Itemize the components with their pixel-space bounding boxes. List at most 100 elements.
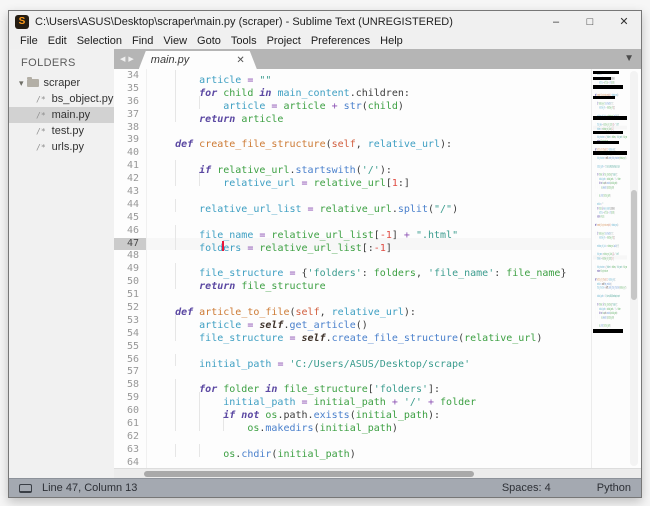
minimap-dark-bar [593, 141, 619, 144]
code-line-64[interactable] [147, 457, 591, 468]
code-line-60[interactable]: if not os.path.exists(initial_path): [147, 405, 591, 418]
close-button[interactable]: ✕ [607, 11, 641, 32]
code-token: file_name [506, 268, 560, 279]
panel-toggle-icon[interactable] [19, 484, 32, 493]
sidebar-item-test-py[interactable]: /*test.py [9, 123, 114, 139]
indent-guide [151, 83, 175, 96]
code-token: ): [617, 182, 618, 186]
vertical-scrollbar[interactable] [630, 71, 638, 466]
menu-item-view[interactable]: View [158, 34, 192, 48]
menu-item-file[interactable]: File [15, 34, 43, 48]
code-line-59[interactable]: initial_path = initial_path + '/' + fold… [147, 392, 591, 405]
code-token: ) [613, 186, 614, 190]
indent-setting-button[interactable]: Spaces: 4 [502, 482, 551, 494]
menu-item-tools[interactable]: Tools [226, 34, 262, 48]
editor-column: ◀▶ main.py ✕ ▼ 3435363738394041424344454… [114, 49, 641, 478]
sidebar-folder-scraper[interactable]: ▾ scraper [9, 75, 114, 91]
code-line-58[interactable]: for folder in file_structure['folders']: [147, 379, 591, 392]
menu-item-goto[interactable]: Goto [192, 34, 226, 48]
code-line-34[interactable]: article = "" [147, 70, 591, 83]
code-editor[interactable]: article = ""for child in main_content.ch… [146, 69, 591, 468]
indent-guide [223, 418, 247, 431]
code-token: ) [626, 286, 627, 290]
menu-item-help[interactable]: Help [375, 34, 408, 48]
code-line-63[interactable]: os.chdir(initial_path) [147, 444, 591, 457]
code-token: = [277, 358, 289, 369]
indent-guide [199, 392, 223, 405]
code-token: = [247, 242, 259, 253]
minimap[interactable]: article = ""for child in main_content.ch… [591, 69, 627, 468]
indent-guide [151, 173, 175, 186]
code-line-54[interactable]: file_structure = self.create_file_struct… [147, 328, 591, 341]
horizontal-scrollbar[interactable] [114, 468, 641, 478]
code-token: ers [223, 242, 247, 253]
code-line-36[interactable]: article = article + str(child) [147, 96, 591, 109]
indent-guide [175, 173, 199, 186]
indent-guide [151, 199, 175, 212]
code-line-35[interactable]: for child in main_content.children: [147, 83, 591, 96]
code-line-56[interactable]: initial_path = 'C:/Users/ASUS/Desktop/sc… [147, 354, 591, 367]
code-token: relative_url [599, 236, 606, 240]
code-token: ) [610, 194, 611, 198]
indent-guide [175, 263, 199, 276]
sidebar-item-bs_object-py[interactable]: /*bs_object.py [9, 91, 114, 107]
line-number: 63 [114, 444, 146, 457]
code-token: ) [350, 449, 356, 460]
code-line-39[interactable]: def create_file_structure(self, relative… [147, 134, 591, 147]
code-token: : [494, 268, 506, 279]
line-number-gutter: 3435363738394041424344454647484950515253… [114, 69, 146, 468]
code-line-42[interactable]: relative_url = relative_url[1:] [147, 173, 591, 186]
indent-guide [151, 225, 175, 238]
menu-item-edit[interactable]: Edit [43, 34, 72, 48]
indent-guide [151, 444, 175, 457]
code-line-46[interactable]: file_name = relative_url_list[-1] + ".ht… [147, 225, 591, 238]
file-name-label: bs_object.py [52, 93, 114, 105]
code-token: file_structure [241, 281, 325, 292]
menu-item-selection[interactable]: Selection [72, 34, 127, 48]
menu-item-find[interactable]: Find [127, 34, 158, 48]
indent-guide [175, 315, 199, 328]
vertical-scrollbar-thumb[interactable] [631, 190, 637, 301]
tab-overflow-icon[interactable]: ▼ [624, 53, 634, 64]
code-token: relative_url_list [259, 242, 361, 253]
minimap-dark-bar [593, 85, 623, 89]
code-token: fold [199, 242, 223, 253]
code-line-52[interactable]: def article_to_file(self, relative_url): [147, 302, 591, 315]
line-number: 62 [114, 431, 146, 444]
tab-main-py[interactable]: main.py ✕ [139, 51, 257, 69]
minimize-button[interactable]: – [539, 11, 573, 32]
code-token: ) [398, 101, 404, 112]
menu-item-preferences[interactable]: Preferences [306, 34, 375, 48]
tab-label: main.py [151, 54, 237, 66]
code-token: ): [614, 278, 615, 282]
tab-scroll-arrows-icon[interactable]: ◀▶ [120, 55, 137, 63]
code-line-61[interactable]: os.makedirs(initial_path) [147, 418, 591, 431]
indent-guide [175, 199, 199, 212]
syntax-setting-button[interactable]: Python [597, 482, 631, 494]
minimap-line[interactable]: file_structure = self.create_file_struct… [593, 285, 627, 289]
code-line-47[interactable]: folders = relative_url_list[:-1] [147, 238, 591, 251]
file-type-icon: /* [36, 143, 46, 152]
indent-guide [175, 70, 199, 83]
code-token: return [199, 114, 241, 125]
tab-close-icon[interactable]: ✕ [236, 55, 244, 66]
sidebar-item-main-py[interactable]: /*main.py [9, 107, 114, 123]
code-token: ): [428, 410, 440, 421]
code-token: ) [626, 156, 627, 160]
indent-guide [175, 109, 199, 122]
horizontal-scrollbar-thumb[interactable] [144, 471, 474, 477]
sublime-logo-icon: S [15, 15, 29, 29]
maximize-button[interactable]: □ [573, 11, 607, 32]
code-line-44[interactable]: relative_url_list = relative_url.split("… [147, 199, 591, 212]
indent-guide [199, 96, 223, 109]
code-token: article [283, 101, 331, 112]
code-token: folder [618, 177, 621, 181]
minimap-line[interactable]: file_structure = self.create_file_struct… [593, 155, 627, 159]
code-line-41[interactable]: if relative_url.startswith('/'): [147, 160, 591, 173]
code-token: ) [536, 333, 542, 344]
code-line-49[interactable]: file_structure = {'folders': folders, 'f… [147, 263, 591, 276]
code-token: relative_url [368, 139, 440, 150]
sidebar-item-urls-py[interactable]: /*urls.py [9, 139, 114, 155]
menu-item-project[interactable]: Project [262, 34, 306, 48]
file-type-icon: /* [36, 127, 46, 136]
